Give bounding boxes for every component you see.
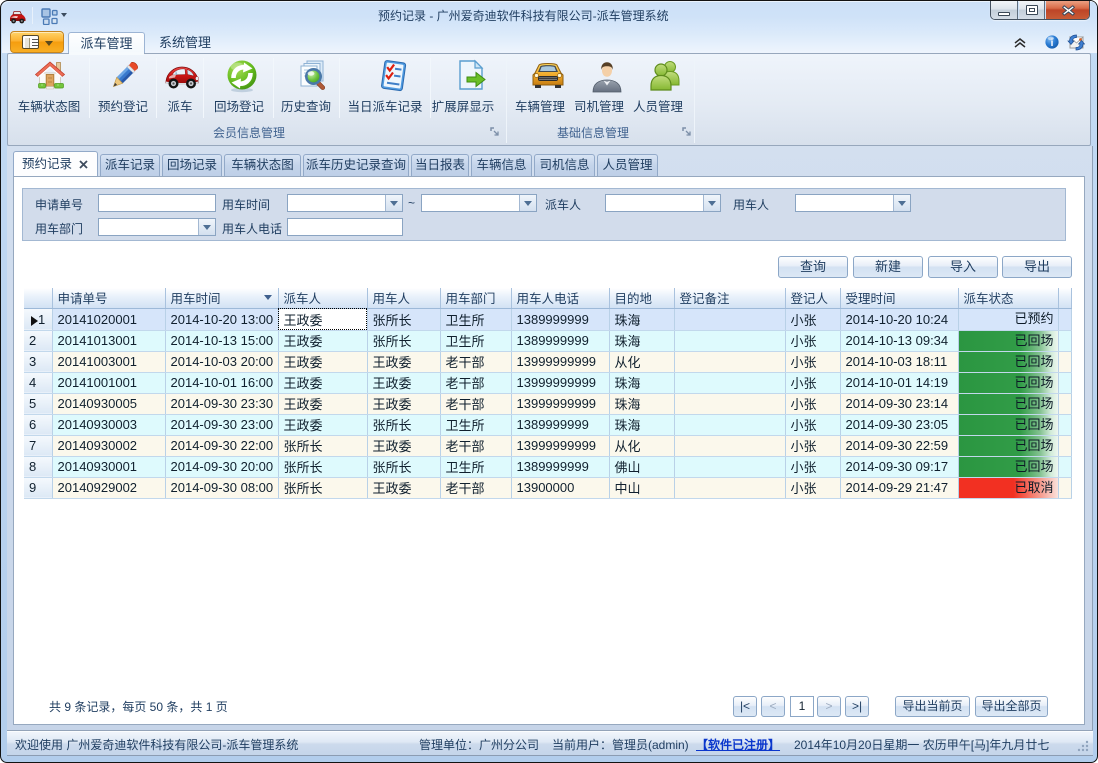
svg-text:i: i <box>1051 38 1054 49</box>
